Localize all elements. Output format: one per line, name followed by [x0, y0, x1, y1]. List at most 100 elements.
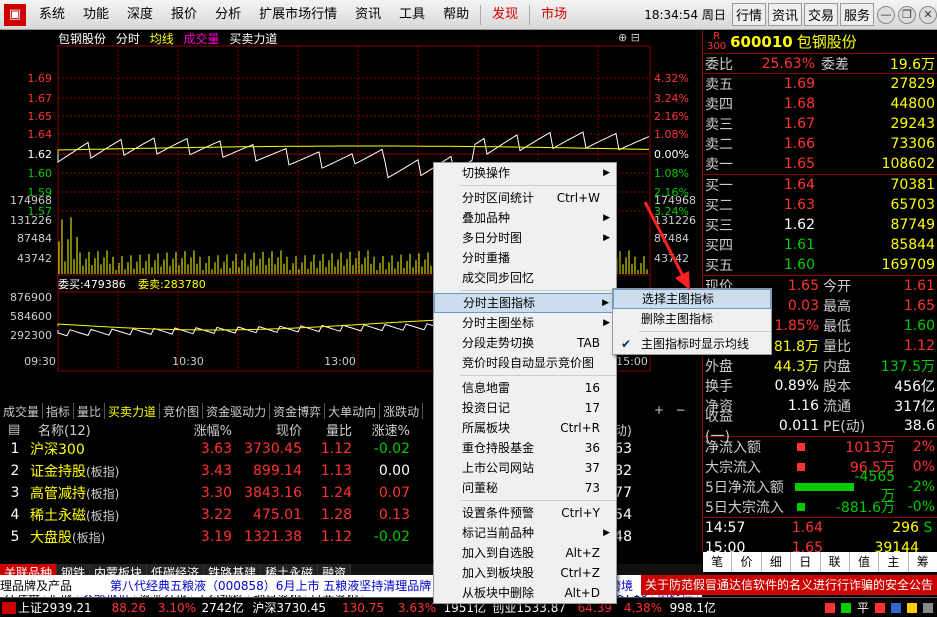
- menu-option[interactable]: 分段走势切换 TAB: [434, 333, 616, 353]
- menu-item-6[interactable]: 资讯: [346, 0, 390, 30]
- menu-option[interactable]: 标记当前品种 ▶: [434, 523, 616, 543]
- menu-item-7[interactable]: 工具: [390, 0, 434, 30]
- menu-item-0[interactable]: 系统: [30, 0, 74, 30]
- col-lb[interactable]: 量比: [302, 420, 352, 439]
- menu-market[interactable]: 市场: [532, 0, 576, 30]
- menu-item-5[interactable]: 扩展市场行情: [250, 0, 346, 30]
- menu-option[interactable]: 上市公司网站 37: [434, 458, 616, 478]
- tray-flat[interactable]: 平: [857, 599, 869, 616]
- menu-option[interactable]: 从板块中删除 Alt+D: [434, 583, 616, 603]
- close-icon[interactable]: ✕: [919, 5, 937, 24]
- indicator-tab[interactable]: 买卖力道: [105, 403, 161, 419]
- idx-sh[interactable]: 上证2939.21: [18, 599, 100, 616]
- top-button-0[interactable]: 行情: [731, 3, 766, 26]
- indicator-tab[interactable]: 指标: [43, 403, 75, 419]
- restore-icon[interactable]: ❐: [898, 5, 916, 24]
- indicator-tab[interactable]: 涨跌动: [380, 403, 424, 419]
- top-button-3[interactable]: 服务: [839, 3, 874, 26]
- panel-tab[interactable]: 联: [821, 552, 850, 572]
- menu-option[interactable]: 重仓持股基金 36: [434, 438, 616, 458]
- stat-value2: 456亿: [894, 379, 935, 395]
- menu-option[interactable]: 分时主图指标 ▶: [434, 293, 616, 313]
- menu-option[interactable]: 竞价时段自动显示竞价图: [434, 353, 616, 373]
- tray-more-icon[interactable]: [923, 602, 933, 613]
- menu-option-label: 设置条件预警: [462, 506, 535, 520]
- order-row[interactable]: 买一 1.64 70381: [703, 175, 937, 195]
- menu-option[interactable]: 选择主图指标: [613, 289, 771, 309]
- order-label: 买五: [705, 258, 733, 274]
- menu-option[interactable]: 多日分时图 ▶: [434, 228, 616, 248]
- row-tag: (板指): [86, 465, 120, 479]
- indicator-tab[interactable]: 竞价图: [160, 403, 204, 419]
- stat-value2: 38.6: [903, 418, 935, 434]
- order-row[interactable]: 卖一 1.65 108602: [703, 154, 937, 174]
- idx-hs[interactable]: 沪深3730.45: [244, 599, 326, 616]
- ticker-left[interactable]: 理品牌及产品: [0, 577, 110, 594]
- menu-option[interactable]: 加入到板块股 Ctrl+Z: [434, 563, 616, 583]
- menu-item-2[interactable]: 深度: [118, 0, 162, 30]
- panel-tab[interactable]: 值: [850, 552, 880, 572]
- panel-tab[interactable]: 筹: [909, 552, 937, 572]
- stat-value2: 1.60: [903, 318, 935, 334]
- menu-option[interactable]: 分时重播: [434, 248, 616, 268]
- menu-option[interactable]: 投资日记 17: [434, 398, 616, 418]
- tray-info-icon[interactable]: [891, 602, 901, 613]
- menu-item-3[interactable]: 报价: [162, 0, 206, 30]
- menu-discover[interactable]: 发现: [483, 0, 527, 30]
- col-pct[interactable]: 涨幅%: [172, 420, 232, 439]
- indicator-tab[interactable]: 成交量: [0, 403, 44, 419]
- menu-option[interactable]: 切换操作 ▶: [434, 163, 616, 183]
- menu-option[interactable]: ✔ 主图指标时显示均线: [613, 334, 771, 354]
- menu-item-1[interactable]: 功能: [74, 0, 118, 30]
- menu-option[interactable]: 分时区间统计 Ctrl+W: [434, 188, 616, 208]
- order-row[interactable]: 买三 1.62 87749: [703, 215, 937, 235]
- indicator-tab[interactable]: 量比: [74, 403, 106, 419]
- menu-item-8[interactable]: 帮助: [434, 0, 478, 30]
- order-row[interactable]: 卖二 1.66 73306: [703, 134, 937, 154]
- indicator-tab[interactable]: 大单动向: [325, 403, 381, 419]
- menu-option[interactable]: 分时主图坐标 ▶: [434, 313, 616, 333]
- security-notice[interactable]: 关于防范假冒通达信软件的名义进行行诈骗的安全公告: [640, 575, 937, 595]
- menu-icon[interactable]: ▤: [8, 422, 22, 437]
- panel-tab[interactable]: 细: [762, 552, 792, 572]
- menu-option-label: 分时主图指标: [463, 296, 536, 310]
- menu-item-4[interactable]: 分析: [206, 0, 250, 30]
- menu-divider: [460, 185, 616, 186]
- order-row[interactable]: 卖五 1.69 27829: [703, 74, 937, 94]
- col-name[interactable]: 名称(12): [22, 420, 172, 439]
- menu-option[interactable]: 设置条件预警 Ctrl+Y: [434, 503, 616, 523]
- minimize-icon[interactable]: —: [877, 5, 895, 24]
- indicator-tab[interactable]: 资金博弈: [270, 403, 326, 419]
- tray-warn-icon[interactable]: [907, 602, 917, 613]
- zoom-controls[interactable]: + −: [654, 403, 686, 417]
- stat-value2: 317亿: [894, 399, 935, 415]
- order-row[interactable]: 买五 1.60 169709: [703, 255, 937, 275]
- menu-option[interactable]: 所属板块 Ctrl+R: [434, 418, 616, 438]
- col-speed[interactable]: 涨速%: [352, 420, 410, 439]
- order-row[interactable]: 买二 1.63 65703: [703, 195, 937, 215]
- top-button-1[interactable]: 资讯: [767, 3, 802, 26]
- menu-option[interactable]: 删除主图指标: [613, 309, 771, 329]
- order-row[interactable]: 买四 1.61 85844: [703, 235, 937, 255]
- top-button-2[interactable]: 交易: [803, 3, 838, 26]
- order-row[interactable]: 卖四 1.68 44800: [703, 94, 937, 114]
- menu-option[interactable]: 成交同步回忆: [434, 268, 616, 288]
- panel-tab[interactable]: 价: [732, 552, 762, 572]
- tray-up-icon[interactable]: [875, 602, 885, 613]
- order-row[interactable]: 卖三 1.67 29243: [703, 114, 937, 134]
- indicator-tab[interactable]: 资金驱动力: [203, 403, 271, 419]
- menu-option[interactable]: 信息地雷 16: [434, 378, 616, 398]
- panel-tab[interactable]: 日: [791, 552, 821, 572]
- price-tick: 1.64: [28, 128, 53, 141]
- order-price: 1.66: [783, 136, 815, 152]
- panel-tab[interactable]: 笔: [703, 552, 733, 572]
- tray-green-icon[interactable]: [840, 602, 851, 613]
- row-name: 沪深300: [30, 439, 172, 459]
- menu-option[interactable]: 问董秘 73: [434, 478, 616, 498]
- col-price[interactable]: 现价: [232, 420, 302, 439]
- panel-tab[interactable]: 主: [879, 552, 909, 572]
- menu-option[interactable]: 加入到自选股 Alt+Z: [434, 543, 616, 563]
- menu-option[interactable]: 叠加品种 ▶: [434, 208, 616, 228]
- row-lb: 1.13: [320, 463, 352, 479]
- tray-red-icon[interactable]: [824, 602, 835, 613]
